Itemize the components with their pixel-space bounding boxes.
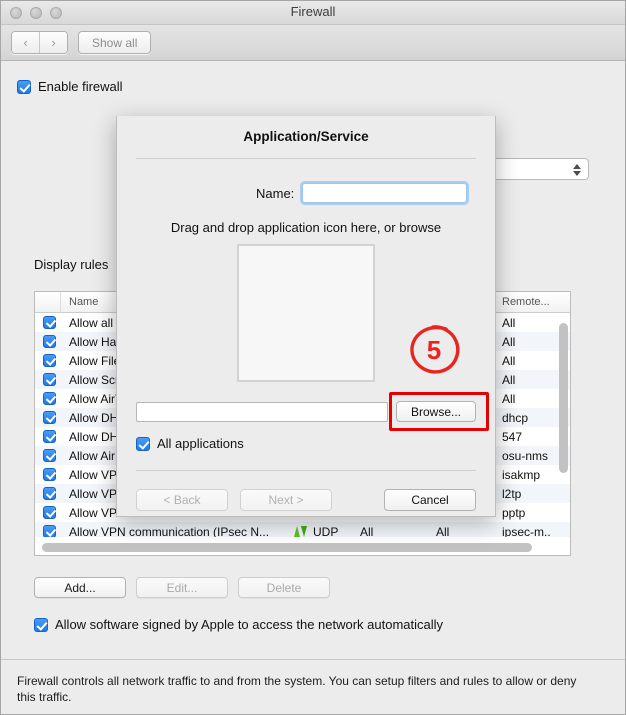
firewall-description: Firewall controls all network traffic to… [17,674,577,704]
rule-enabled-checkbox[interactable] [35,316,61,329]
preferences-content: Enable firewall Display rules Name rt Re… [1,61,625,714]
rule-enabled-checkbox[interactable] [35,487,61,500]
name-input[interactable] [300,181,470,205]
allow-apple-software-checkbox[interactable] [34,617,48,632]
show-all-button[interactable]: Show all [78,31,152,54]
rule-enabled-checkbox[interactable] [35,506,61,519]
rule-port: All [360,524,374,538]
rule-enabled-checkbox[interactable] [35,430,61,443]
checkmark-icon [43,373,56,386]
bidirectional-arrows-icon [294,525,308,537]
back-wizard-button[interactable]: < Back [136,489,228,511]
browse-button[interactable]: Browse... [395,401,476,422]
rules-horizontal-scroll-thumb[interactable] [42,543,532,552]
checkmark-icon [43,487,56,500]
allow-apple-software-row[interactable]: Allow software signed by Apple to access… [34,617,443,632]
browse-button-wrapper: Browse... [388,392,489,431]
application-path-input[interactable] [136,401,388,422]
checkmark-icon [43,354,56,367]
rule-enabled-checkbox[interactable] [35,373,61,386]
path-field-row: Browse... [136,392,489,431]
rule-action-buttons: Add... Edit... Delete [34,577,330,598]
name-label: Name: [256,185,295,201]
delete-rule-button[interactable]: Delete [238,577,330,598]
dialog-buttons: < Back Next > Cancel [136,489,476,511]
rule-name: Allow VPN communication (IPsec N... [69,524,270,538]
stepper-icon[interactable] [571,161,583,178]
checkmark-icon [43,316,56,329]
add-rule-button[interactable]: Add... [34,577,126,598]
rules-vertical-scroll-thumb[interactable] [559,323,568,473]
rule-enabled-checkbox[interactable] [35,525,61,537]
application-icon-dropzone[interactable] [237,244,375,382]
forward-button[interactable]: › [40,32,67,53]
toolbar: ‹ › Show all [1,25,625,61]
drag-drop-instructions: Drag and drop application icon here, or … [170,220,442,235]
footer-divider [1,659,625,660]
checkmark-icon [43,335,56,348]
rule-enabled-checkbox[interactable] [35,449,61,462]
rules-horizontal-scrollbar[interactable] [36,543,558,552]
firewall-preferences-window: Firewall ‹ › Show all Enable firewall Di… [0,0,626,715]
rules-vertical-scrollbar[interactable] [559,315,568,530]
dialog-divider-top [136,158,476,159]
checkmark-icon [43,525,56,537]
allow-apple-software-label: Allow software signed by Apple to access… [55,617,444,632]
edit-rule-button[interactable]: Edit... [136,577,228,598]
cancel-button[interactable]: Cancel [384,489,476,511]
rule-enabled-checkbox[interactable] [35,411,61,424]
nav-segmented-control[interactable]: ‹ › [11,31,68,54]
all-applications-row[interactable]: All applications [136,436,495,451]
enable-firewall-row[interactable]: Enable firewall [17,79,123,94]
next-wizard-button[interactable]: Next > [240,489,332,511]
rule-protocol: UDP [286,525,352,537]
all-applications-label: All applications [157,436,244,451]
column-header-remote[interactable]: Remote... [494,292,570,312]
checkmark-icon [43,449,56,462]
table-row[interactable]: Allow VPN communication (IPsec N... UDP Al… [35,522,570,537]
all-applications-checkbox[interactable] [136,436,150,451]
rule-enabled-checkbox[interactable] [35,335,61,348]
dialog-divider-bottom [136,470,476,471]
checkmark-icon [43,468,56,481]
column-header-checkbox[interactable] [35,292,61,312]
name-field-row: Name: [117,181,495,205]
rule-enabled-checkbox[interactable] [35,468,61,481]
rule-extra: All [436,524,450,538]
display-rules-label: Display rules [34,257,109,272]
window-title: Firewall [290,4,336,19]
checkmark-icon [43,506,56,519]
checkmark-icon [43,411,56,424]
checkmark-icon [43,430,56,443]
application-service-dialog: Application/Service Name: Drag and drop … [116,116,496,517]
back-button[interactable]: ‹ [12,32,40,53]
dialog-title: Application/Service [243,129,369,144]
checkmark-icon [43,392,56,405]
window-titlebar: Firewall [1,1,625,25]
rule-enabled-checkbox[interactable] [35,392,61,405]
enable-firewall-label: Enable firewall [38,79,123,94]
rule-enabled-checkbox[interactable] [35,354,61,367]
enable-firewall-checkbox[interactable] [17,79,31,94]
